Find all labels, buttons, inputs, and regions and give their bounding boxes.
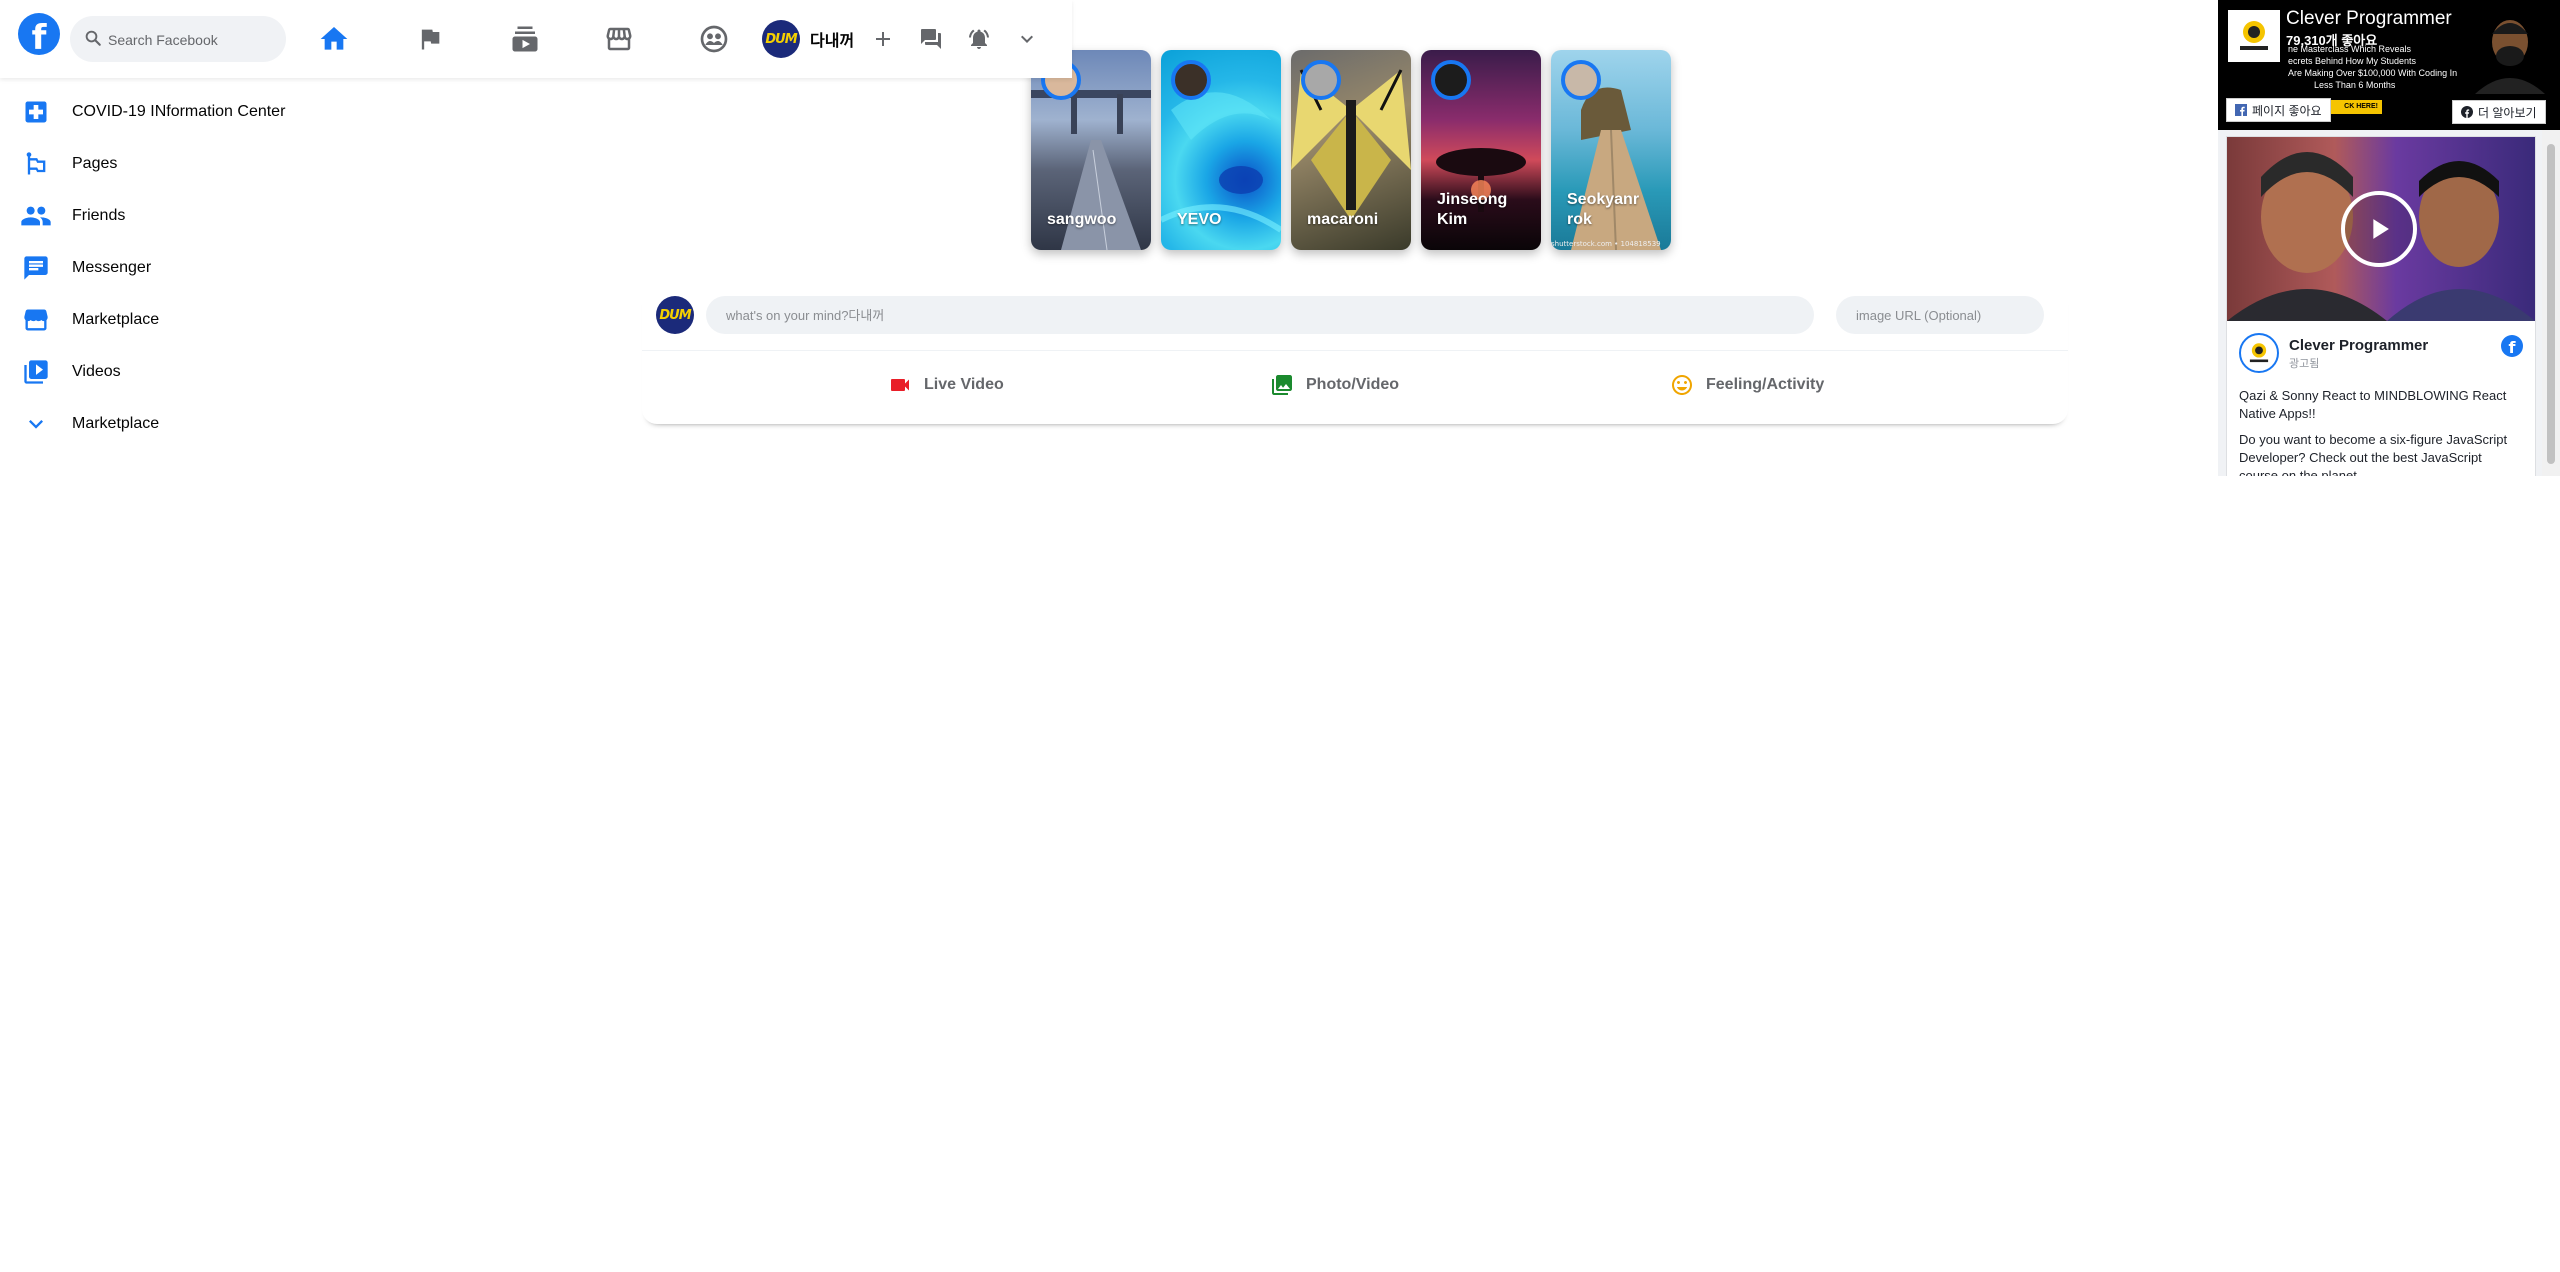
search-icon [85, 30, 101, 46]
story-name: macaroni [1307, 211, 1379, 228]
people-icon [20, 200, 52, 232]
facebook-circle-icon [2461, 106, 2473, 118]
post-text: Qazi & Sonny React to MINDBLOWING React … [2239, 388, 2507, 421]
like-page-button[interactable]: 페이지 좋아요 [2226, 98, 2331, 122]
sidebar-item-videos[interactable]: Videos [20, 352, 320, 392]
banner-cta: CK HERE! [2328, 100, 2382, 114]
post-author[interactable]: Clever Programmer [2289, 337, 2428, 354]
story-name: YEVO [1177, 211, 1222, 228]
post-composer: DUM Live Video Photo/Video Feeling/Activ… [642, 290, 2068, 424]
expand-more-icon [20, 408, 52, 440]
local-hospital-icon [20, 96, 52, 128]
facebook-logo-icon: f [2501, 335, 2523, 357]
post-text: Do you want to become a six-figure JavaS… [2239, 432, 2508, 476]
sidebar-item-more[interactable]: Marketplace [20, 404, 320, 444]
page-title: Clever Programmer [2286, 8, 2452, 29]
banner-person [2475, 20, 2545, 94]
story-watermark: shutterstock.com • 104818539 [1551, 240, 1661, 248]
avatar: DUM [762, 20, 800, 58]
photo-video-button[interactable]: Photo/Video [1270, 368, 1399, 402]
story-card[interactable]: Jinseong Kim [1421, 50, 1541, 250]
search-bar[interactable] [70, 16, 286, 64]
subscriptions-icon[interactable] [506, 20, 544, 58]
play-icon [2373, 219, 2389, 239]
page-logo [2228, 10, 2280, 62]
avatar: DUM [656, 296, 694, 334]
sidebar-item-friends[interactable]: Friends [20, 196, 320, 236]
flag-icon[interactable] [411, 20, 449, 58]
supervised-account-icon[interactable] [695, 20, 733, 58]
sidebar-item-messenger[interactable]: Messenger [20, 248, 320, 288]
facebook-square-icon [2235, 104, 2247, 116]
scrollbar-thumb[interactable] [2547, 144, 2555, 464]
composer-top: DUM [642, 290, 2068, 351]
action-label: Feeling/Activity [1706, 376, 1825, 393]
sidebar-item-label: Marketplace [72, 415, 160, 432]
sidebar-item-label: Pages [72, 155, 118, 172]
sidebar-item-pages[interactable]: Pages [20, 144, 320, 184]
facebook-logo[interactable]: f [18, 13, 60, 55]
storefront-icon[interactable] [600, 20, 638, 58]
play-button[interactable] [2341, 191, 2417, 267]
sidebar-item-label: Marketplace [72, 311, 160, 328]
expand-more-icon[interactable] [1012, 24, 1042, 54]
post-subtitle: 광고됨 [2289, 358, 2320, 370]
sidebar-item-label: Videos [72, 363, 121, 380]
story-avatar [1301, 60, 1341, 100]
profile-chip[interactable]: DUM 다내꺼 [762, 20, 854, 58]
notifications-active-icon[interactable] [964, 24, 994, 54]
videocam-icon [891, 379, 909, 391]
banner-text: ne Masterclass Which Reveals [2288, 44, 2412, 54]
sidebar-item-label: COVID-19 INformation Center [72, 103, 286, 120]
story-card[interactable]: YEVO [1161, 50, 1281, 250]
home-icon[interactable] [315, 20, 353, 58]
story-card[interactable]: macaroni [1291, 50, 1411, 250]
page-cover[interactable]: Clever Programmer 79,310개 좋아요 ne Masterc… [2218, 0, 2560, 130]
sidebar-item-covid[interactable]: COVID-19 INformation Center [20, 92, 320, 132]
banner-text: ecrets Behind How My Students [2288, 56, 2417, 66]
post-video[interactable] [2227, 137, 2535, 321]
story-avatar [1431, 60, 1471, 100]
sidebar-item-label: Messenger [72, 259, 152, 276]
learn-more-label: 더 알아보기 [2478, 105, 2537, 120]
story-avatar [1561, 60, 1601, 100]
action-label: Photo/Video [1306, 376, 1400, 393]
feeling-activity-button[interactable]: Feeling/Activity [1670, 368, 1824, 402]
avatar-logo: DUM [659, 307, 691, 323]
scrollbar[interactable] [2542, 130, 2560, 476]
page-plugin-widget: Clever Programmer 79,310개 좋아요 ne Masterc… [2218, 0, 2560, 476]
sidebar-item-marketplace[interactable]: Marketplace [20, 300, 320, 340]
storefront-icon [20, 304, 52, 336]
chat-icon [20, 252, 52, 284]
story-name: Seokyanr rok [1567, 191, 1640, 228]
insert-emoticon-icon [1672, 375, 1692, 395]
profile-name: 다내꺼 [810, 33, 855, 50]
post-author-avatar[interactable] [2239, 333, 2279, 373]
add-icon[interactable] [868, 24, 898, 54]
like-page-label: 페이지 좋아요 [2252, 103, 2322, 118]
image-url-input[interactable] [1836, 296, 2044, 334]
sidebar-item-label: Friends [72, 207, 126, 224]
emoji-flags-icon [20, 148, 52, 180]
action-label: Live Video [924, 376, 1004, 393]
story-avatar [1171, 60, 1211, 100]
learn-more-button[interactable]: 더 알아보기 [2452, 100, 2546, 124]
video-library-icon [20, 356, 52, 388]
timeline-post: Clever Programmer 광고됨 f Qazi & Sonny Rea… [2226, 136, 2536, 476]
story-card[interactable]: sangwoo [1031, 50, 1151, 250]
forum-icon[interactable] [916, 24, 946, 54]
story-name: sangwoo [1047, 211, 1117, 228]
page-timeline: Clever Programmer 광고됨 f Qazi & Sonny Rea… [2218, 130, 2560, 476]
story-card[interactable]: Seokyanr rok shutterstock.com • 10481853… [1551, 50, 1671, 250]
story-name: Jinseong Kim [1437, 191, 1508, 228]
live-video-button[interactable]: Live Video [888, 368, 1004, 402]
photo-library-icon [1272, 375, 1292, 395]
banner-text: Are Making Over $100,000 With Coding In [2288, 68, 2458, 78]
message-input[interactable] [706, 296, 1814, 334]
search-input[interactable] [106, 16, 280, 64]
banner-text: Less Than 6 Months [2314, 80, 2396, 90]
top-header: f DUM 다내꺼 [0, 0, 1072, 78]
avatar-logo: DUM [765, 31, 797, 47]
